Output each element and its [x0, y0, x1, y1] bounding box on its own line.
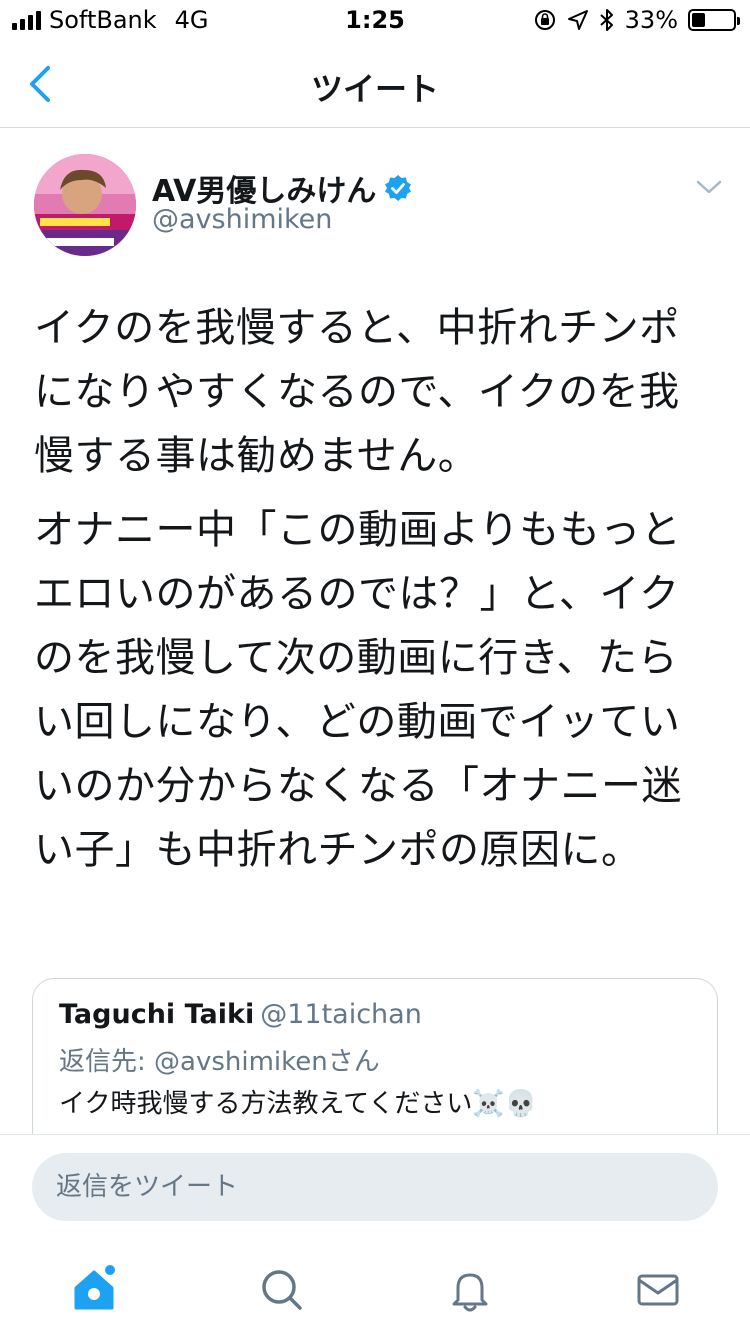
nav-header: ツイート	[0, 40, 750, 128]
orientation-lock-icon	[534, 10, 555, 30]
quoted-tweet-text: イク時我慢する方法教えてください☠️💀	[59, 1089, 538, 1119]
status-bar: SoftBank 4G 1:25 33%	[0, 0, 750, 40]
home-icon	[74, 1265, 115, 1310]
quoted-tweet-header: Taguchi Taiki @11taichan	[59, 999, 422, 1030]
tweet-paragraph: オナニー中「この動画よりももっとエロいのがあるのでは？」と、イクのを我慢して次の…	[34, 507, 682, 873]
tab-notifications[interactable]	[442, 1262, 498, 1318]
chevron-down-icon	[696, 180, 722, 194]
reply-bar	[0, 1134, 750, 1244]
mail-icon	[637, 1274, 679, 1306]
tweet-text: イクのを我慢すると、中折れチンポになりやすくなるので、イクのを我慢する事は勧めま…	[34, 296, 714, 892]
avatar[interactable]	[34, 154, 136, 256]
quoted-reply-to: 返信先: @avshimikenさん	[59, 1047, 380, 1077]
quoted-author-name: Taguchi Taiki	[59, 999, 255, 1030]
verified-badge-icon	[385, 175, 412, 201]
author-handle: @avshimiken	[152, 204, 333, 235]
location-arrow-icon	[567, 10, 588, 30]
tab-search[interactable]	[254, 1262, 310, 1318]
quoted-author-handle: @11taichan	[260, 999, 422, 1030]
avatar-photo	[34, 154, 136, 256]
tab-home[interactable]	[66, 1262, 122, 1318]
battery-icon	[688, 9, 740, 31]
battery-fill	[692, 13, 706, 27]
battery-percent: 33%	[624, 6, 678, 34]
page-title: ツイート	[310, 70, 439, 108]
search-icon	[262, 1270, 302, 1310]
tweet-paragraph: イクのを我慢すると、中折れチンポになりやすくなるので、イクのを我慢する事は勧めま…	[34, 305, 680, 479]
tab-messages[interactable]	[630, 1262, 686, 1318]
reply-input[interactable]	[32, 1153, 718, 1221]
more-options-button[interactable]	[694, 176, 724, 198]
tab-bar	[0, 1244, 750, 1334]
status-right: 33%	[533, 6, 740, 34]
bell-icon	[452, 1273, 488, 1312]
bluetooth-icon	[599, 9, 613, 31]
